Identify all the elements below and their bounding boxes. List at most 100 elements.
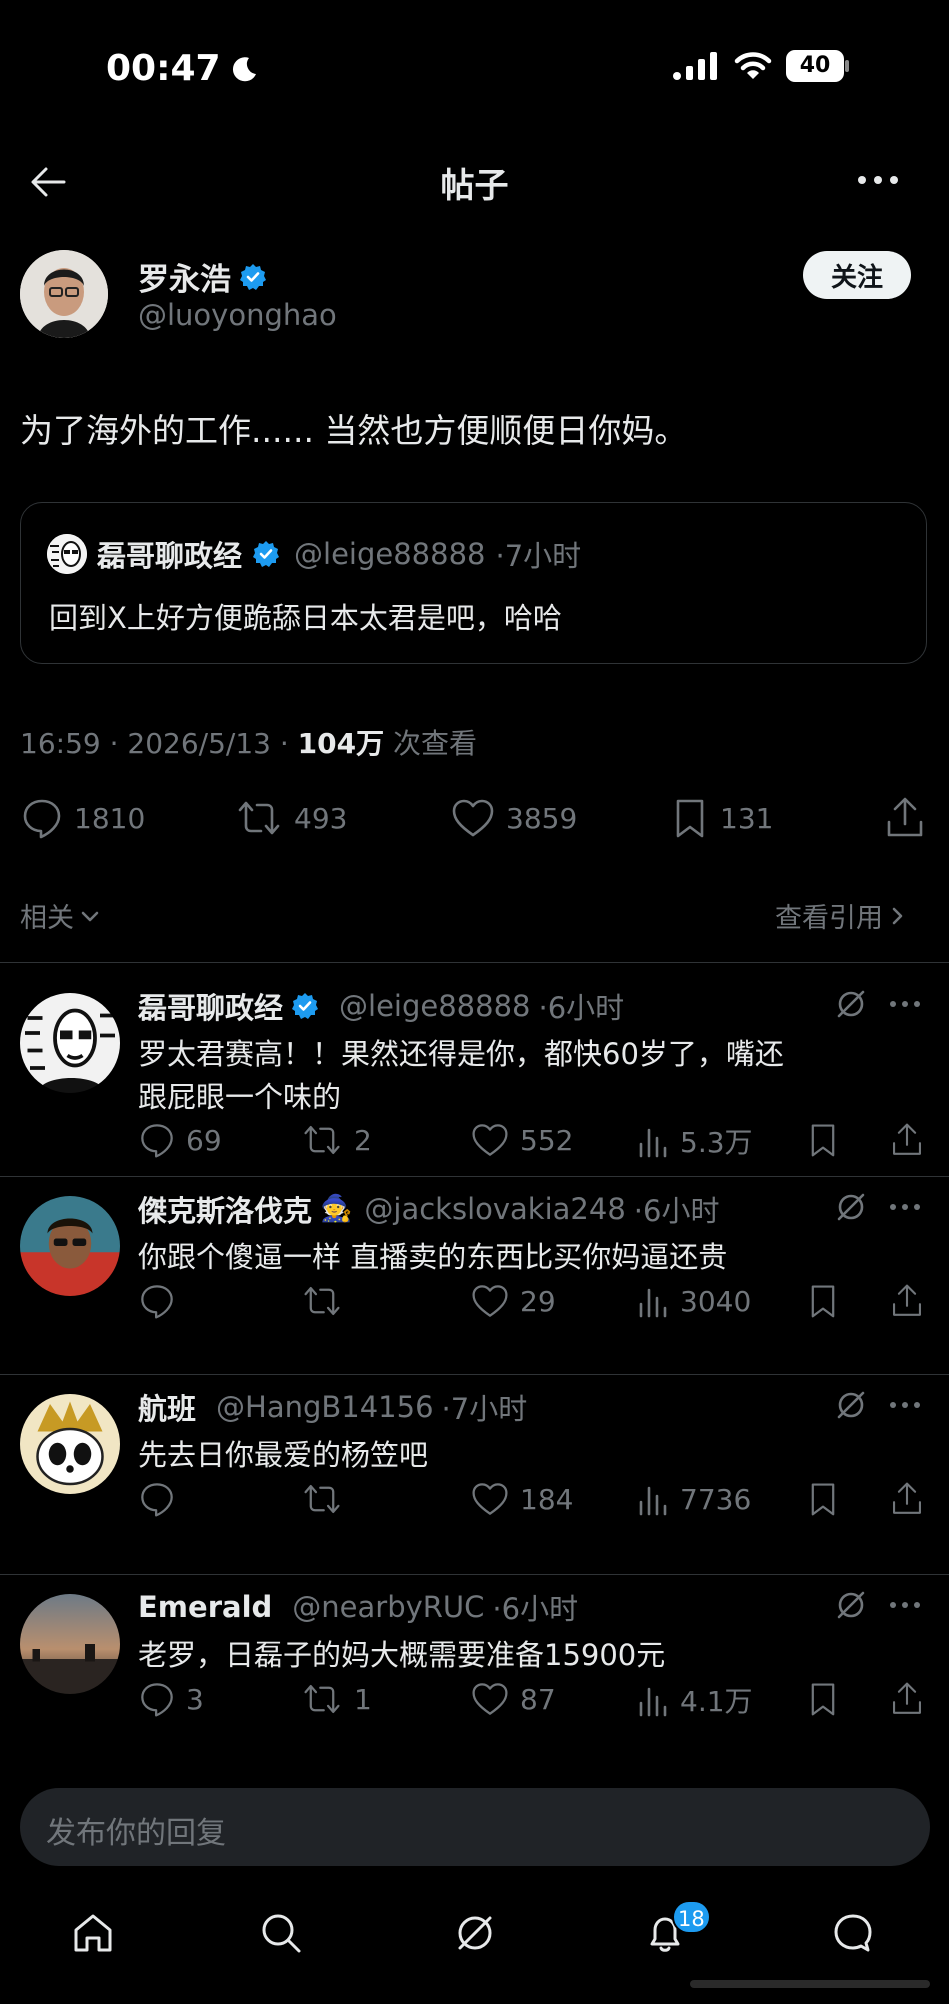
reply-likes-button[interactable]: 184 <box>470 1480 573 1518</box>
reply-item[interactable]: 航班 @HangB14156·7小时 先去日你最爱的杨笠吧 184 7736 <box>0 1376 949 1576</box>
reply-share-button[interactable] <box>890 1480 924 1518</box>
like-count-button[interactable]: 3859 <box>450 796 577 840</box>
reply-reposts-button[interactable]: 1 <box>300 1680 372 1718</box>
reply-share-button[interactable] <box>890 1282 924 1320</box>
reply-reposts-button[interactable] <box>300 1480 354 1518</box>
reply-bookmark-button[interactable] <box>806 1282 840 1320</box>
grok-explain-button[interactable] <box>834 1588 868 1622</box>
verified-badge-icon <box>240 263 266 290</box>
reply-author-handle[interactable]: @HangB14156 <box>216 1390 434 1424</box>
reply-header: 傑克斯洛伐克 🧙 @jackslovakia248·6小时 <box>138 1188 719 1230</box>
reply-author-name[interactable]: Emerald <box>138 1590 272 1624</box>
reply-likes-button[interactable]: 552 <box>470 1121 573 1159</box>
reply-item[interactable]: 磊哥聊政经 @leige88888·6小时 罗太君赛高！！果然还得是你，都快60岁了… <box>0 975 949 1178</box>
related-toggle[interactable]: 相关 <box>20 896 100 935</box>
reply-time: ·6小时 <box>492 1592 579 1626</box>
grok-tab[interactable] <box>452 1910 498 1956</box>
reply-more-button[interactable] <box>888 999 922 1009</box>
reply-avatar[interactable] <box>20 1594 120 1694</box>
reply-icon <box>141 1483 173 1517</box>
heart-icon <box>472 1124 508 1156</box>
reply-author-name[interactable]: 磊哥聊政经 <box>138 985 283 1027</box>
follow-button[interactable]: 关注 <box>803 251 911 299</box>
quote-author-avatar <box>47 534 87 574</box>
grok-explain-button[interactable] <box>834 987 868 1021</box>
reply-replies-button[interactable] <box>138 1480 186 1518</box>
grok-icon <box>837 990 865 1018</box>
grok-explain-button[interactable] <box>834 1190 868 1224</box>
reply-item[interactable]: 傑克斯洛伐克 🧙 @jackslovakia248·6小时 你跟个傻逼一样 直播卖的东… <box>0 1178 949 1376</box>
heart-icon <box>472 1683 508 1715</box>
reply-author-handle[interactable]: @jackslovakia248 <box>364 1192 625 1226</box>
reply-author-handle[interactable]: @leige88888 <box>339 989 530 1023</box>
like-count: 3859 <box>506 801 578 835</box>
reply-likes-count: 29 <box>520 1284 556 1318</box>
reply-more-button[interactable] <box>888 1600 922 1610</box>
reply-text-line: 跟屁眼一个味的 <box>138 1080 342 1114</box>
bookmark-icon <box>811 1683 835 1716</box>
reply-replies-button[interactable] <box>138 1282 186 1320</box>
view-quotes-link[interactable]: 查看引用 <box>775 896 905 935</box>
reply-likes-count: 87 <box>520 1682 556 1716</box>
reply-share-button[interactable] <box>890 1680 924 1718</box>
reply-more-button[interactable] <box>888 1202 922 1212</box>
reply-views-button[interactable]: 4.1万 <box>636 1680 753 1720</box>
reply-views-count: 3040 <box>680 1284 752 1318</box>
reply-replies-button[interactable]: 3 <box>138 1680 204 1718</box>
quoted-post[interactable]: 磊哥聊政经 @leige88888 ·7小时 回到X上好方便跪舔日本太君是吧，哈… <box>20 502 927 664</box>
divider <box>0 1374 949 1375</box>
views-count: 104万 <box>297 727 385 760</box>
share-icon <box>892 1284 922 1316</box>
reply-bookmark-button[interactable] <box>806 1680 840 1718</box>
messages-tab[interactable] <box>830 1910 876 1956</box>
author-name[interactable]: 罗永浩 <box>138 254 231 299</box>
reply-views-button[interactable]: 5.3万 <box>636 1121 753 1161</box>
reply-author-name[interactable]: 航班 <box>138 1386 196 1428</box>
reply-reposts-button[interactable] <box>300 1282 354 1320</box>
reply-text: 老罗，日磊子的妈大概需要准备15900元 <box>138 1634 665 1677</box>
reply-header: 磊哥聊政经 @leige88888·6小时 <box>138 985 624 1027</box>
repost-icon <box>238 801 280 835</box>
reply-text-line: 老罗，日磊子的妈大概需要准备15900元 <box>138 1638 666 1672</box>
notifications-tab[interactable]: 18 <box>642 1900 711 1956</box>
reply-count: 1810 <box>74 801 146 835</box>
reply-share-button[interactable] <box>890 1121 924 1159</box>
reply-count-button[interactable]: 1810 <box>20 796 145 840</box>
grok-icon <box>837 1391 865 1419</box>
status-bar: 00:47 40 <box>0 0 949 140</box>
share-button[interactable] <box>884 796 926 840</box>
reply-avatar[interactable] <box>20 993 120 1093</box>
reply-more-button[interactable] <box>888 1400 922 1410</box>
reply-text: 你跟个傻逼一样 直播卖的东西比买你妈逼还贵 <box>138 1236 727 1279</box>
share-icon <box>892 1482 922 1514</box>
repost-count-button[interactable]: 493 <box>234 796 347 840</box>
reply-bookmark-button[interactable] <box>806 1480 840 1518</box>
reply-views-button[interactable]: 7736 <box>636 1480 751 1518</box>
reply-author-name[interactable]: 傑克斯洛伐克 <box>138 1188 312 1230</box>
reply-reposts-button[interactable]: 2 <box>300 1121 372 1159</box>
reply-item[interactable]: Emerald @nearbyRUC ·6小时老罗，日磊子的妈大概需要准备15900… <box>0 1576 949 1776</box>
quote-text: 回到X上好方便跪舔日本太君是吧，哈哈 <box>49 601 562 635</box>
reply-replies-button[interactable]: 69 <box>138 1121 222 1159</box>
reply-avatar[interactable] <box>20 1196 120 1296</box>
more-options-button[interactable] <box>856 170 900 190</box>
post-meta: 16:59 · 2026/5/13 · 104万 次查看 <box>20 722 477 762</box>
reply-likes-button[interactable]: 29 <box>470 1282 556 1320</box>
bookmark-count-button[interactable]: 131 <box>670 796 773 840</box>
post-text: 为了海外的工作...... 当然也方便顺便日你妈。 <box>20 411 688 450</box>
follow-button-label: 关注 <box>830 262 883 293</box>
author-avatar[interactable] <box>20 250 108 338</box>
reply-replies-count: 69 <box>186 1123 222 1157</box>
reply-bookmark-button[interactable] <box>806 1121 840 1159</box>
home-tab[interactable] <box>70 1910 116 1956</box>
search-tab[interactable] <box>258 1910 304 1956</box>
reply-avatar[interactable] <box>20 1394 120 1494</box>
reply-composer[interactable]: 发布你的回复 <box>20 1788 930 1866</box>
grok-explain-button[interactable] <box>834 1388 868 1422</box>
author-handle[interactable]: @luoyonghao <box>138 298 337 332</box>
related-label: 相关 <box>20 903 74 934</box>
reply-author-handle[interactable]: @nearbyRUC <box>292 1590 484 1624</box>
heart-icon <box>472 1285 508 1317</box>
reply-likes-button[interactable]: 87 <box>470 1680 556 1718</box>
reply-views-button[interactable]: 3040 <box>636 1282 751 1320</box>
